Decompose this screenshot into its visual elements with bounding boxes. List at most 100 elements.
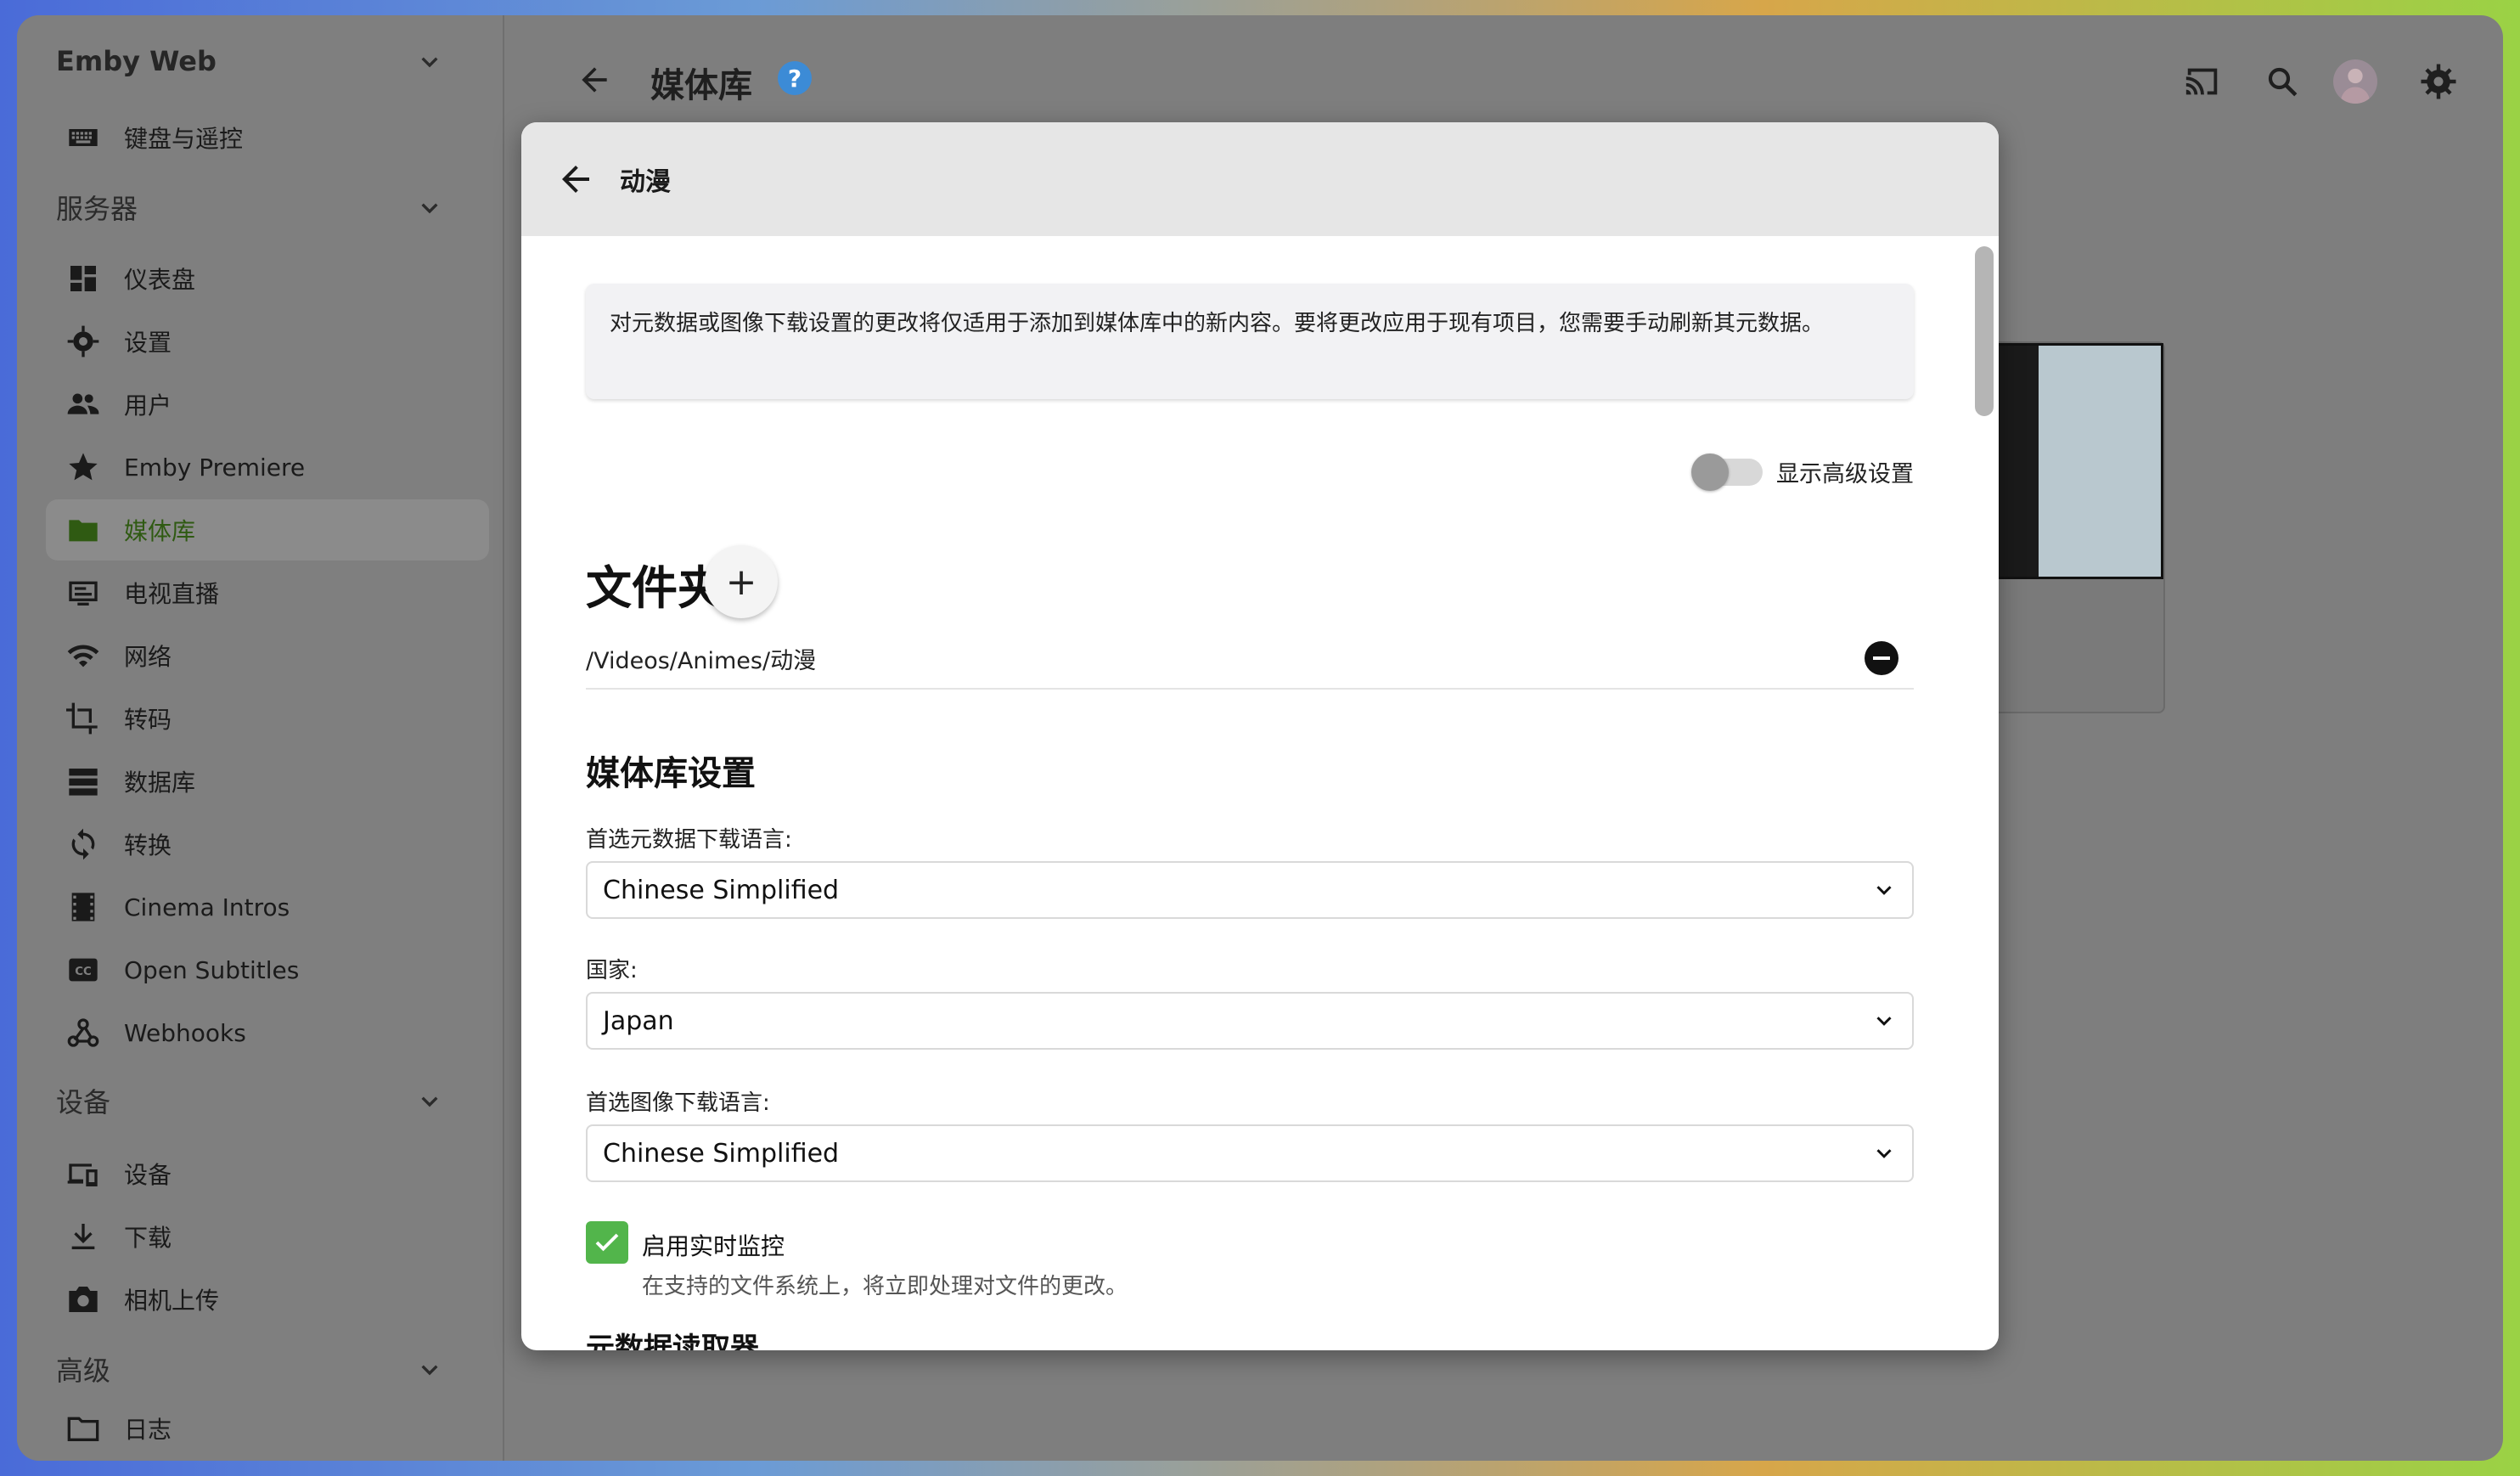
search-icon[interactable] <box>2262 61 2303 102</box>
sidebar-app-header[interactable]: Emby Web <box>56 36 447 87</box>
sidebar-item-label: 相机上传 <box>124 1287 220 1315</box>
realtime-monitor-checkbox[interactable] <box>586 1221 628 1264</box>
sidebar-item-open-subtitles[interactable]: CC Open Subtitles <box>46 939 489 1000</box>
people-icon <box>65 386 102 423</box>
sidebar-item-label: 媒体库 <box>124 517 196 545</box>
folder-row: /Videos/Animes/动漫 <box>586 628 1914 690</box>
country-label: 国家: <box>586 958 638 983</box>
chevron-down-icon <box>1876 1149 1892 1158</box>
server-header-label: 服务器 <box>56 193 138 225</box>
chevron-down-icon <box>421 203 438 214</box>
sidebar-item-downloads[interactable]: 下载 <box>46 1206 489 1267</box>
sidebar-item-label: Open Subtitles <box>124 955 300 984</box>
webhook-icon <box>65 1014 102 1051</box>
image-language-label: 首选图像下载语言: <box>586 1090 770 1116</box>
library-settings-heading: 媒体库设置 <box>586 754 756 793</box>
add-folder-button[interactable]: + <box>705 545 778 618</box>
country-select[interactable]: Japan <box>586 992 1914 1050</box>
metadata-language-select[interactable]: Chinese Simplified <box>586 861 1914 919</box>
camera-icon <box>65 1281 102 1318</box>
sidebar-item-logs[interactable]: 日志 <box>46 1398 489 1459</box>
metadata-language-label: 首选元数据下载语言: <box>586 827 792 853</box>
help-icon[interactable]: ? <box>778 61 812 95</box>
sidebar-item-label: 键盘与遥控 <box>124 125 244 153</box>
toggle-knob <box>1691 453 1729 491</box>
back-arrow-icon[interactable] <box>555 159 596 200</box>
dashboard-icon <box>65 260 102 297</box>
advanced-settings-label: 显示高级设置 <box>1776 461 1914 487</box>
keyboard-icon <box>65 119 102 156</box>
sidebar-item-cinema-intros[interactable]: Cinema Intros <box>46 876 489 938</box>
folder-outline-icon <box>65 1410 102 1447</box>
chevron-down-icon <box>1876 1017 1892 1026</box>
sidebar-server-header[interactable]: 服务器 <box>56 182 447 233</box>
back-arrow-icon[interactable] <box>576 61 613 99</box>
star-icon <box>65 448 102 486</box>
scrollbar-thumb[interactable] <box>1975 246 1994 416</box>
advanced-settings-toggle-row[interactable]: 显示高级设置 <box>1691 453 1914 491</box>
advanced-settings-toggle[interactable] <box>1691 453 1763 491</box>
crop-icon <box>65 700 102 737</box>
metadata-readers-heading: 元数据读取器 <box>586 1332 759 1350</box>
chevron-down-icon <box>421 1096 438 1107</box>
sidebar-item-emby-premiere[interactable]: Emby Premiere <box>46 437 489 498</box>
gear-icon[interactable] <box>2418 61 2459 102</box>
sidebar-item-label: 设置 <box>124 329 172 357</box>
svg-text:CC: CC <box>75 966 92 978</box>
sidebar-item-devices[interactable]: 设备 <box>46 1143 489 1204</box>
sidebar-item-label: 设备 <box>124 1161 172 1189</box>
sidebar-item-settings[interactable]: 设置 <box>46 311 489 372</box>
chevron-down-icon <box>421 57 438 68</box>
devices-header-label: 设备 <box>56 1086 111 1118</box>
sidebar-item-label: 数据库 <box>124 769 196 797</box>
chevron-down-icon <box>1876 886 1892 895</box>
scrollbar[interactable] <box>1975 239 1994 1344</box>
sidebar-item-users[interactable]: 用户 <box>46 374 489 435</box>
database-icon <box>65 763 102 800</box>
realtime-monitor-label: 启用实时监控 <box>642 1232 785 1260</box>
sidebar-item-camera-upload[interactable]: 相机上传 <box>46 1269 489 1330</box>
sidebar-item-label: Webhooks <box>124 1018 246 1047</box>
remove-folder-icon[interactable] <box>1865 641 1898 675</box>
sidebar-item-label: 用户 <box>124 392 172 420</box>
chevron-down-icon <box>421 1365 438 1376</box>
library-edit-dialog: 动漫 对元数据或图像下载设置的更改将仅适用于添加到媒体库中的新内容。要将更改应用… <box>521 122 1999 1350</box>
sidebar-item-keyboard[interactable]: 键盘与遥控 <box>46 107 489 168</box>
sidebar-item-library[interactable]: 媒体库 <box>46 499 489 561</box>
check-icon <box>595 1233 619 1252</box>
devices-icon <box>65 1155 102 1192</box>
sidebar-item-label: 电视直播 <box>124 580 220 608</box>
sidebar-item-live-tv[interactable]: 电视直播 <box>46 562 489 623</box>
film-icon <box>65 888 102 926</box>
sidebar-item-label: 转码 <box>124 706 172 734</box>
download-icon <box>65 1218 102 1255</box>
country-value: Japan <box>603 1006 674 1036</box>
cast-icon[interactable] <box>2182 61 2223 102</box>
sidebar: Emby Web 键盘与遥控 服务器 仪表盘 设置 用户 Emby Premie… <box>17 15 504 1461</box>
sidebar-devices-header[interactable]: 设备 <box>56 1075 447 1126</box>
sidebar-item-label: 下载 <box>124 1224 172 1252</box>
top-bar: 媒体库 ? <box>504 15 2503 126</box>
sidebar-item-network[interactable]: 网络 <box>46 625 489 686</box>
cc-icon: CC <box>65 951 102 989</box>
dialog-title: 动漫 <box>620 167 671 197</box>
sidebar-item-conversion[interactable]: 转换 <box>46 814 489 875</box>
sidebar-item-label: 转换 <box>124 831 172 859</box>
image-language-value: Chinese Simplified <box>603 1138 840 1169</box>
gear-icon <box>65 323 102 360</box>
image-language-select[interactable]: Chinese Simplified <box>586 1124 1914 1182</box>
sidebar-item-label: Cinema Intros <box>124 893 290 921</box>
sidebar-advanced-header[interactable]: 高级 <box>56 1344 447 1394</box>
sidebar-item-label: Emby Premiere <box>124 453 306 482</box>
folder-path: /Videos/Animes/动漫 <box>586 647 817 674</box>
sidebar-item-label: 网络 <box>124 643 172 671</box>
sidebar-item-dashboard[interactable]: 仪表盘 <box>46 248 489 309</box>
advanced-header-label: 高级 <box>56 1355 111 1387</box>
sidebar-item-transcoding[interactable]: 转码 <box>46 688 489 749</box>
sidebar-item-webhooks[interactable]: Webhooks <box>46 1002 489 1063</box>
page-title: 媒体库 <box>650 66 752 105</box>
sidebar-item-database[interactable]: 数据库 <box>46 751 489 812</box>
folder-icon <box>65 511 102 549</box>
avatar[interactable] <box>2333 59 2377 104</box>
metadata-notice: 对元数据或图像下载设置的更改将仅适用于添加到媒体库中的新内容。要将更改应用于现有… <box>586 284 1914 399</box>
